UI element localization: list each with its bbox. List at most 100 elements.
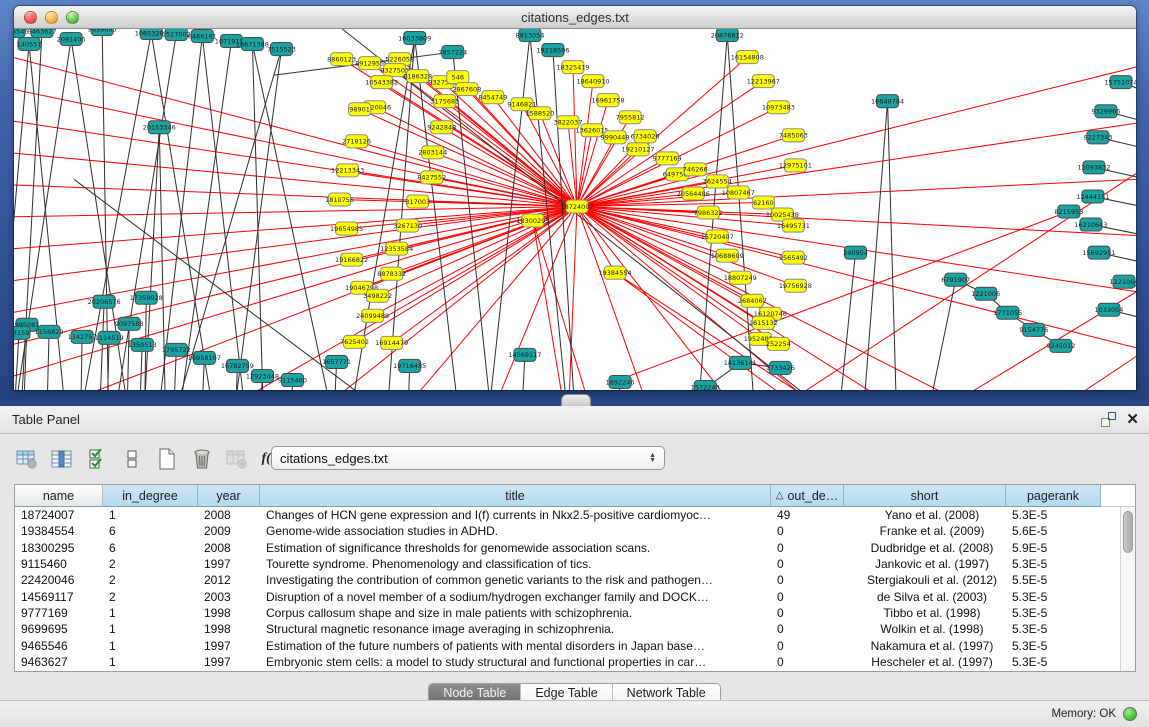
zoom-button[interactable] (66, 11, 79, 24)
graph-node-selected[interactable]: 2803144 (418, 146, 447, 159)
graph-node[interactable]: 19716485 (393, 359, 426, 372)
graph-node-selected[interactable]: 9777169 (653, 152, 682, 165)
graph-node[interactable]: 16033809 (398, 32, 431, 45)
graph-node[interactable]: 20206576 (88, 295, 121, 308)
vertical-scrollbar[interactable] (1120, 507, 1135, 671)
graph-node[interactable]: 9227343 (1083, 131, 1112, 144)
graph-node[interactable]: 9097588 (115, 317, 144, 330)
graph-node-selected[interactable]: 10688609 (711, 249, 744, 262)
graph-node[interactable]: 19671388 (236, 38, 269, 51)
graph-node[interactable]: 9329966 (1091, 105, 1120, 118)
graph-node[interactable]: 1350513 (128, 338, 157, 351)
graph-node-selected[interactable]: 1810755 (325, 193, 354, 206)
graph-node-selected[interactable]: 546 (447, 71, 469, 84)
table-row[interactable]: 2242004622012Investigating the contribut… (15, 572, 1135, 588)
memory-ok-indicator[interactable] (1123, 707, 1137, 721)
graph-node[interactable]: 12444151 (1076, 190, 1109, 203)
graph-node-selected[interactable]: 12213343 (331, 164, 364, 177)
graph-node[interactable]: 6791907 (941, 273, 970, 286)
graph-node-selected[interactable]: 15720407 (701, 230, 734, 243)
table-row[interactable]: 977716911998Corpus callosum shape and si… (15, 605, 1135, 621)
graph-node[interactable]: 16958107 (188, 351, 221, 364)
graph-node[interactable]: 14569117 (508, 348, 541, 361)
graph-node[interactable]: 1657771 (322, 355, 351, 368)
table-settings-icon[interactable] (14, 447, 40, 471)
row-options-icon[interactable] (119, 447, 145, 471)
column-selector-icon[interactable] (49, 447, 75, 471)
column-header-pagerank[interactable]: pagerank (1006, 485, 1101, 507)
graph-node[interactable]: 1033054 (1094, 303, 1123, 316)
graph-node-selected[interactable]: 252254 (766, 337, 791, 350)
table-select-dropdown[interactable]: citations_edges.txt ▲▼ (271, 446, 665, 470)
graph-node-selected[interactable]: 18807249 (724, 271, 757, 284)
graph-node-selected[interactable]: 3267130 (393, 219, 422, 232)
graph-node[interactable]: 6466161 (188, 30, 217, 43)
graph-node[interactable]: 1795722 (162, 343, 191, 356)
graph-node[interactable]: 1572240 (691, 380, 720, 390)
graph-node[interactable]: 16648784 (871, 95, 904, 108)
table-row[interactable]: 911546021997Tourette syndrome. Phenomeno… (15, 556, 1135, 572)
graph-node[interactable]: 9465546 (14, 29, 28, 38)
graph-node-selected[interactable]: 24099489 (356, 309, 389, 322)
graph-node[interactable]: 9463627 (28, 29, 57, 38)
new-table-icon[interactable] (154, 447, 180, 471)
graph-node[interactable]: 14136141 (724, 356, 757, 369)
table-row[interactable]: 1938455462009Genome-wide association stu… (15, 523, 1135, 539)
graph-node[interactable]: 15692951 (1082, 246, 1115, 259)
graph-node-selected[interactable]: 3822037 (554, 116, 583, 129)
graph-node-selected[interactable]: 6734028 (631, 130, 660, 143)
graph-node-selected[interactable]: 16495731 (777, 219, 810, 232)
graph-node-selected[interactable]: 3175685 (430, 95, 459, 108)
column-header-title[interactable]: title (260, 485, 771, 507)
graph-node[interactable]: 20876812 (711, 29, 744, 42)
table-row[interactable]: 946362711997Embryonic stem cells: a mode… (15, 654, 1135, 670)
graph-node-selected[interactable]: 19654985 (330, 222, 363, 235)
close-panel-icon[interactable]: ✕ (1126, 412, 1139, 427)
graph-node[interactable]: 8215953 (1054, 205, 1083, 218)
graph-node[interactable]: 33159 (14, 326, 30, 339)
column-header-year[interactable]: year (198, 485, 260, 507)
graph-node-selected[interactable]: 19384554 (599, 266, 632, 279)
graph-node-selected[interactable]: 16914479 (375, 336, 408, 349)
graph-node-selected[interactable]: 2718126 (342, 135, 371, 148)
graph-node-selected[interactable]: 8860123 (327, 53, 356, 66)
graph-node[interactable]: 9699695 (88, 29, 117, 36)
close-button[interactable] (24, 11, 37, 24)
network-canvas[interactable]: 1872400718300295193845541832541918640910… (14, 29, 1136, 390)
graph-node-selected[interactable]: 8878332 (377, 267, 406, 280)
graph-node[interactable]: 140557 (17, 38, 42, 51)
column-header-out_de[interactable]: △out_de… (771, 485, 844, 507)
graph-node[interactable]: 12923448 (246, 369, 279, 382)
table-row[interactable]: 969969511998Structural magnetic resonanc… (15, 621, 1135, 637)
graph-node-selected[interactable]: 2867608 (452, 83, 481, 96)
split-pane-grip[interactable] (561, 394, 591, 406)
graph-node-selected[interactable]: 3624554 (703, 175, 732, 188)
column-header-short[interactable]: short (844, 485, 1006, 507)
graph-node-selected[interactable]: 1615132 (749, 316, 778, 329)
graph-node-selected[interactable]: 18325419 (556, 61, 589, 74)
table-row[interactable]: 1456911722003Disruption of a novel membe… (15, 588, 1135, 604)
graph-node-selected[interactable]: 10807467 (722, 186, 755, 199)
graph-node[interactable]: 1771055 (993, 306, 1022, 319)
graph-node-selected[interactable]: 18640910 (576, 75, 609, 88)
graph-node[interactable]: 9245012 (1046, 339, 1075, 352)
graph-node-selected[interactable]: 1588520 (525, 107, 554, 120)
column-header-name[interactable]: name (15, 485, 103, 507)
graph-node-selected[interactable]: 317003 (405, 195, 430, 208)
graph-node-selected[interactable]: 16154808 (731, 51, 764, 64)
graph-node[interactable]: 7515523 (267, 43, 296, 56)
graph-node[interactable]: 12093832 (1077, 161, 1110, 174)
graph-node[interactable]: 15751074 (1104, 76, 1136, 89)
graph-node-selected[interactable]: 12213967 (747, 75, 780, 88)
graph-node-selected[interactable]: 98901 (349, 103, 371, 116)
graph-node-selected[interactable]: 9242848 (427, 121, 456, 134)
graph-node-selected[interactable]: 20564486 (677, 187, 710, 200)
graph-node-selected[interactable]: 7485063 (779, 129, 808, 142)
graph-node[interactable]: 2091406 (57, 33, 86, 46)
graph-node-selected[interactable]: 62160 (752, 196, 774, 209)
graph-node-selected[interactable]: 2684067 (738, 294, 767, 307)
citation-network-graph[interactable]: 1872400718300295193845541832541918640910… (14, 29, 1136, 390)
graph-node-selected[interactable]: 12975101 (779, 159, 812, 172)
delete-attribute-icon[interactable] (189, 447, 215, 471)
table-row[interactable]: 1830029562008Estimation of significance … (15, 540, 1135, 556)
